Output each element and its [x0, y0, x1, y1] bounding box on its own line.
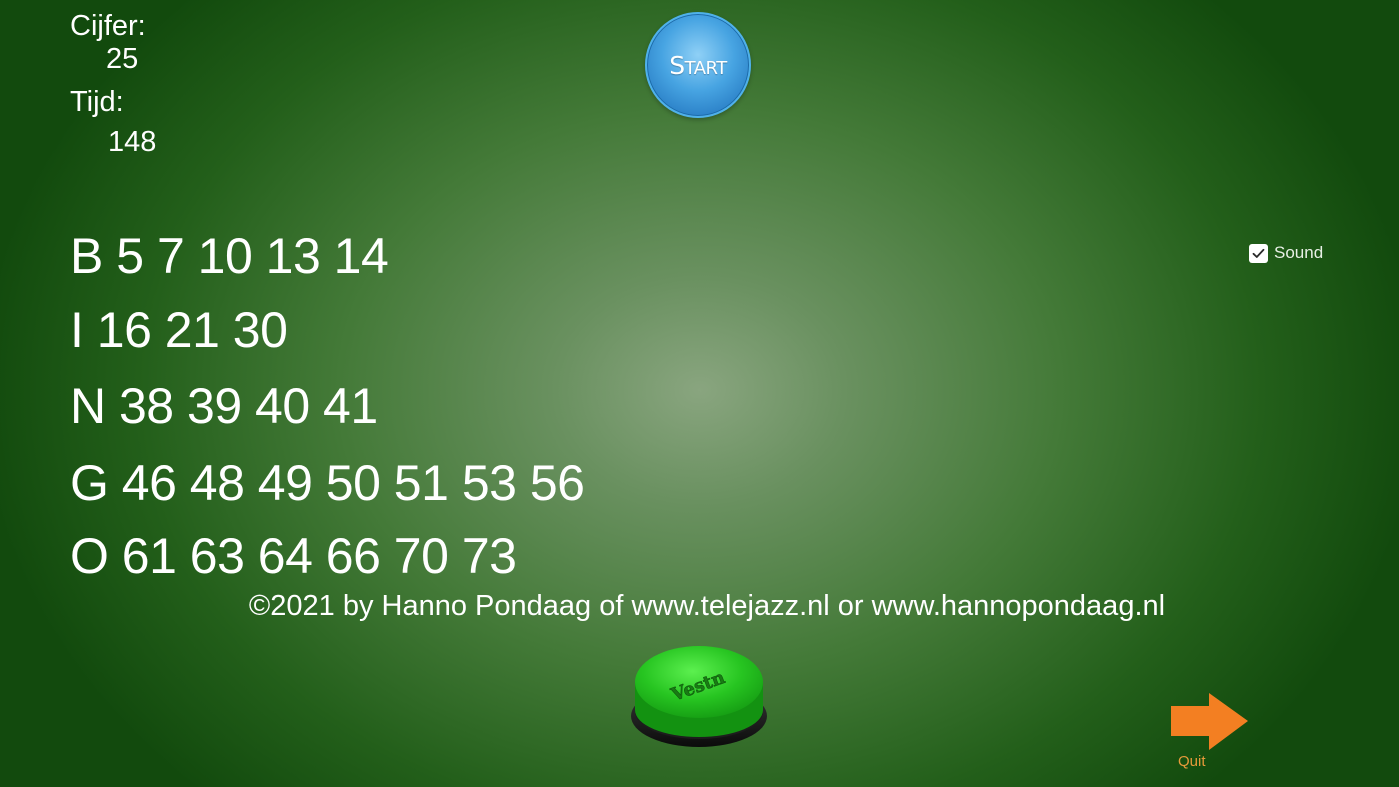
bingo-row-b: B 5 7 10 13 14	[70, 228, 389, 284]
tijd-value: 148	[108, 126, 157, 158]
sound-checkbox[interactable]	[1249, 243, 1268, 263]
big-green-push-button-icon: Vestn	[631, 646, 767, 747]
arrow-right-icon	[1171, 693, 1248, 750]
start-button-label: Start	[669, 50, 727, 80]
quit-label: Quit	[1178, 753, 1206, 770]
bingo-row-g: G 46 48 49 50 51 53 56	[70, 455, 585, 511]
cijfer-label: Cijfer:	[70, 10, 146, 42]
start-button[interactable]: Start	[645, 12, 751, 118]
tijd-label: Tijd:	[70, 86, 124, 118]
cijfer-value: 25	[106, 43, 139, 75]
sound-toggle[interactable]: Sound	[1249, 243, 1323, 263]
bingo-row-n: N 38 39 40 41	[70, 378, 378, 434]
checkmark-icon	[1252, 248, 1265, 258]
bingo-row-i: I 16 21 30	[70, 302, 288, 358]
bingo-push-button[interactable]: Vestn	[628, 640, 770, 750]
sound-label: Sound	[1274, 243, 1324, 262]
copyright-text: ©2021 by Hanno Pondaag of www.telejazz.n…	[248, 590, 1166, 622]
quit-button[interactable]: Quit	[1168, 690, 1252, 774]
bingo-row-o: O 61 63 64 66 70 73	[70, 528, 517, 584]
